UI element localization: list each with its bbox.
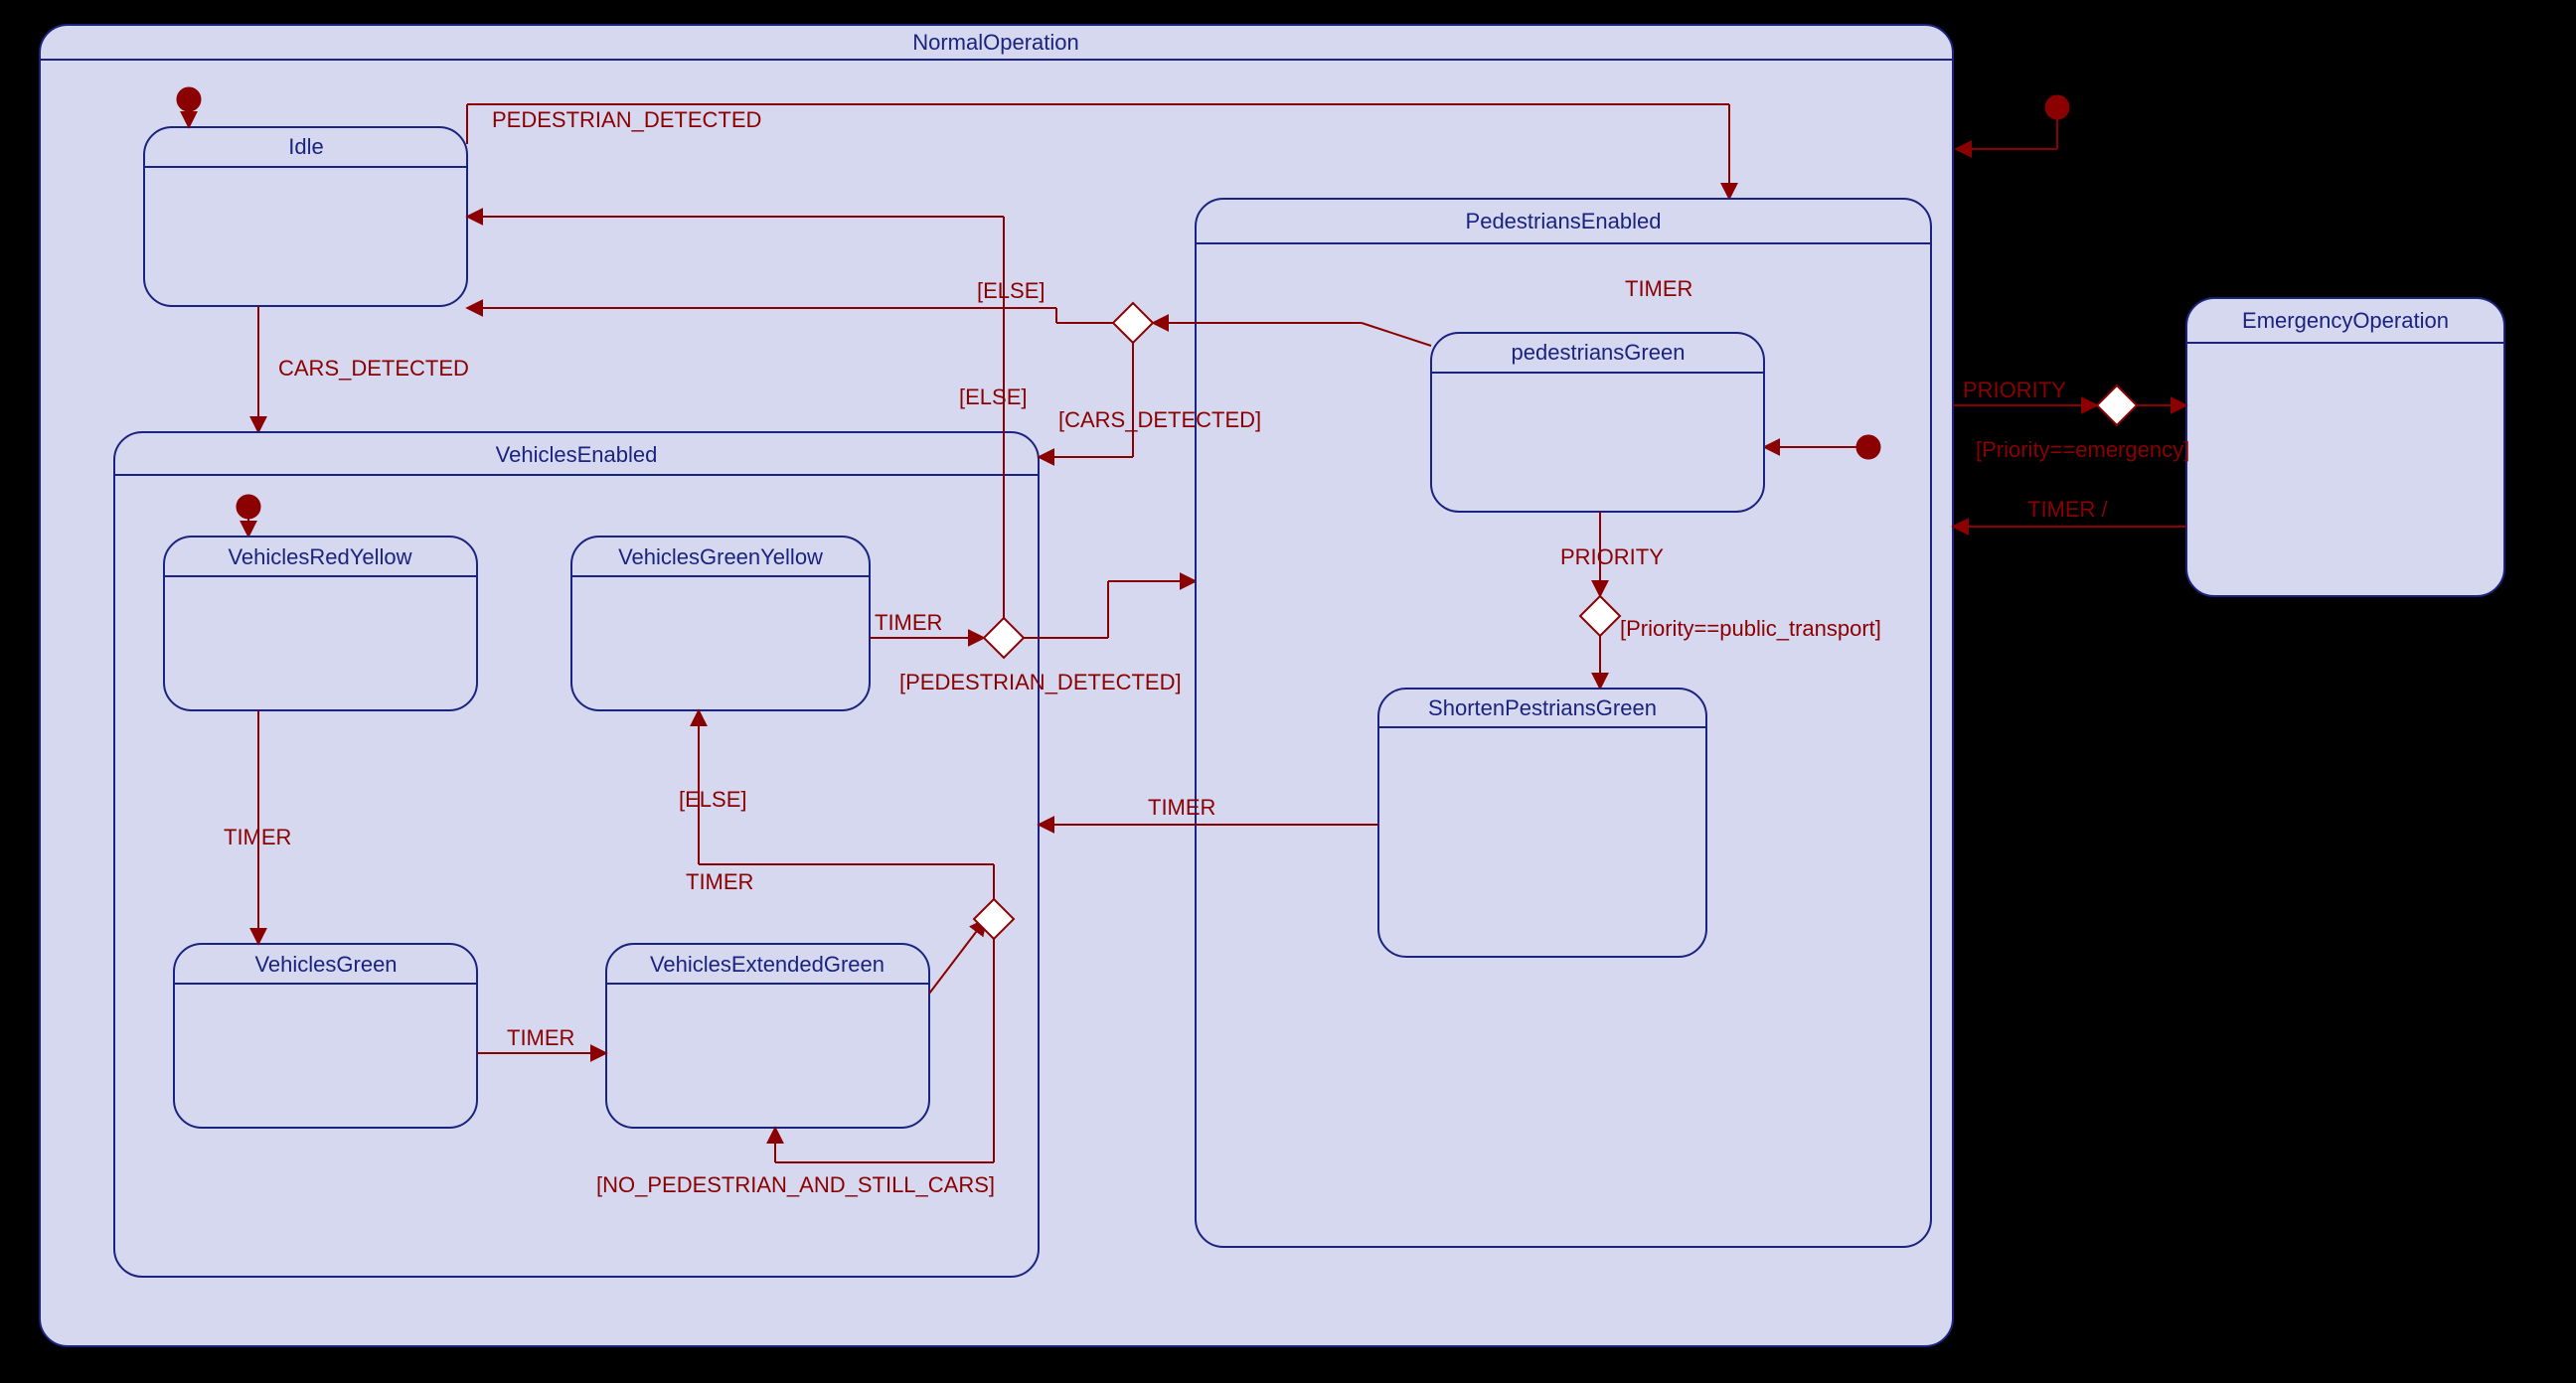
pedestrians-green-title: pedestriansGreen bbox=[1512, 340, 1686, 365]
initial-state-outer bbox=[2045, 95, 2069, 119]
trans-else-3: [ELSE] bbox=[977, 278, 1045, 303]
trans-timer-3: TIMER bbox=[686, 869, 753, 894]
vehicles-enabled-title: VehiclesEnabled bbox=[496, 442, 658, 467]
trans-cars-detected: CARS_DETECTED bbox=[278, 356, 469, 381]
trans-timer-2: TIMER bbox=[507, 1025, 574, 1050]
trans-timer-5: TIMER bbox=[1625, 276, 1692, 301]
trans-cars-detected-guard: [CARS_DETECTED] bbox=[1058, 407, 1261, 432]
trans-priority-public: [Priority==public_transport] bbox=[1620, 616, 1881, 641]
trans-no-ped-still-cars: [NO_PEDESTRIAN_AND_STILL_CARS] bbox=[596, 1172, 995, 1197]
shorten-ped-green-title: ShortenPestriansGreen bbox=[1428, 695, 1657, 720]
vehicles-extended-green-title: VehiclesExtendedGreen bbox=[650, 952, 885, 977]
initial-state-normal bbox=[177, 87, 201, 111]
trans-priority-emergency: [Priority==emergency] bbox=[1976, 437, 2189, 462]
trans-timer-1: TIMER bbox=[224, 825, 291, 849]
choice-normal-priority bbox=[2097, 385, 2137, 425]
trans-timer-6: TIMER bbox=[1148, 795, 1215, 820]
initial-state-pedestrians bbox=[1856, 435, 1880, 459]
state-shorten-ped-green bbox=[1378, 689, 1706, 957]
trans-ped-detected-guard: [PEDESTRIAN_DETECTED] bbox=[899, 670, 1182, 694]
trans-ped-detected-top: PEDESTRIAN_DETECTED bbox=[492, 107, 761, 132]
trans-priority-1: PRIORITY bbox=[1560, 544, 1664, 569]
vehicles-red-yellow-title: VehiclesRedYellow bbox=[228, 544, 411, 569]
statechart-diagram: NormalOperation EmergencyOperation Idle … bbox=[0, 0, 2576, 1383]
pedestrians-enabled-title: PedestriansEnabled bbox=[1466, 209, 1662, 233]
trans-timer-slash: TIMER / bbox=[2027, 497, 2109, 522]
normal-operation-title: NormalOperation bbox=[912, 30, 1079, 55]
initial-state-vehicles bbox=[237, 495, 260, 519]
trans-timer-4: TIMER bbox=[875, 610, 942, 635]
vehicles-green-yellow-title: VehiclesGreenYellow bbox=[618, 544, 823, 569]
vehicles-green-title: VehiclesGreen bbox=[254, 952, 397, 977]
trans-priority-2: PRIORITY bbox=[1963, 378, 2066, 402]
trans-else-2: [ELSE] bbox=[959, 384, 1027, 409]
trans-else-1: [ELSE] bbox=[679, 787, 746, 812]
emergency-operation-title: EmergencyOperation bbox=[2242, 308, 2449, 333]
idle-title: Idle bbox=[288, 134, 323, 159]
